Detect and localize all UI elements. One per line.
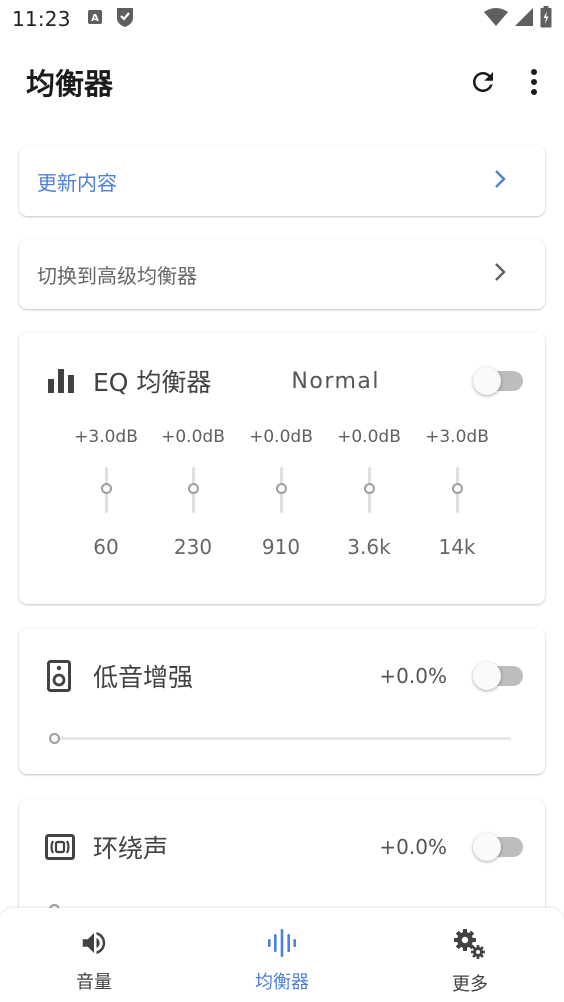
toggle-thumb bbox=[473, 367, 501, 395]
band-slider[interactable] bbox=[237, 467, 325, 513]
band-frequency: 3.6k bbox=[347, 535, 391, 559]
advanced-equalizer-card[interactable]: 切换到高级均衡器 bbox=[19, 239, 545, 309]
shield-check-icon bbox=[115, 6, 135, 32]
nav-label-more: 更多 bbox=[452, 974, 488, 995]
slider-knob[interactable] bbox=[363, 483, 375, 494]
eq-band: +3.0dB 60 bbox=[62, 427, 150, 559]
svg-text:A: A bbox=[91, 13, 99, 24]
slider-knob[interactable] bbox=[275, 483, 287, 494]
bass-boost-toggle[interactable] bbox=[473, 662, 523, 690]
eq-bands: +3.0dB 60 +0.0dB 230 +0.0dB 910 +0.0dB 3… bbox=[74, 427, 521, 577]
eq-band: +0.0dB 910 bbox=[237, 427, 325, 559]
update-content-label: 更新内容 bbox=[37, 170, 117, 195]
band-gain: +0.0dB bbox=[249, 427, 313, 447]
status-bar: 11:23 A bbox=[0, 0, 564, 38]
advanced-equalizer-label: 切换到高级均衡器 bbox=[37, 263, 197, 288]
bottom-navigation: 音量 均衡器 更多 bbox=[0, 908, 564, 1002]
nav-label-equalizer: 均衡器 bbox=[255, 972, 309, 993]
surround-icon bbox=[45, 834, 75, 860]
surround-value: +0.0% bbox=[379, 835, 447, 859]
update-content-card[interactable]: 更新内容 bbox=[19, 146, 545, 216]
chevron-right-icon bbox=[493, 261, 507, 287]
more-vert-icon[interactable] bbox=[530, 68, 538, 96]
band-gain: +0.0dB bbox=[161, 427, 225, 447]
refresh-icon[interactable] bbox=[468, 67, 498, 97]
nav-item-volume[interactable]: 音量 bbox=[0, 908, 188, 1002]
chevron-right-icon bbox=[493, 168, 507, 194]
nav-item-more[interactable]: 更多 bbox=[376, 908, 564, 1002]
volume-icon bbox=[79, 928, 109, 962]
toggle-thumb bbox=[473, 662, 501, 690]
slider-knob[interactable] bbox=[451, 483, 463, 494]
band-frequency: 14k bbox=[438, 535, 476, 559]
bass-boost-slider[interactable] bbox=[49, 731, 511, 747]
band-frequency: 910 bbox=[261, 535, 301, 559]
bass-boost-title: 低音增强 bbox=[93, 663, 194, 692]
nav-label-volume: 音量 bbox=[76, 972, 112, 993]
signal-icon bbox=[514, 7, 534, 31]
eq-preset[interactable]: Normal bbox=[291, 369, 380, 394]
surround-header: 环绕声 +0.0% bbox=[45, 827, 523, 867]
toggle-thumb bbox=[473, 833, 501, 861]
nav-item-equalizer[interactable]: 均衡器 bbox=[188, 908, 376, 1002]
eq-title: EQ 均衡器 bbox=[93, 368, 212, 397]
eq-band: +0.0dB 230 bbox=[149, 427, 237, 559]
band-slider[interactable] bbox=[325, 467, 413, 513]
eq-band: +0.0dB 3.6k bbox=[325, 427, 413, 559]
bass-boost-card: 低音增强 +0.0% bbox=[19, 628, 545, 774]
a-icon: A bbox=[87, 9, 103, 29]
band-gain: +0.0dB bbox=[337, 427, 401, 447]
band-frequency: 230 bbox=[173, 535, 213, 559]
speaker-icon bbox=[47, 660, 71, 692]
eq-header: EQ 均衡器 Normal bbox=[47, 361, 523, 401]
slider-knob[interactable] bbox=[187, 483, 199, 494]
settings-icon bbox=[453, 928, 487, 964]
eq-card: EQ 均衡器 Normal +3.0dB 60 +0.0dB 230 +0.0d… bbox=[19, 332, 545, 604]
equalizer-icon bbox=[266, 928, 298, 962]
slider-knob[interactable] bbox=[49, 733, 60, 744]
status-time: 11:23 bbox=[12, 7, 71, 31]
bass-boost-header: 低音增强 +0.0% bbox=[47, 656, 523, 696]
bass-boost-value: +0.0% bbox=[379, 664, 447, 688]
bar-chart-icon bbox=[47, 369, 75, 393]
eq-band: +3.0dB 14k bbox=[413, 427, 501, 559]
band-slider[interactable] bbox=[149, 467, 237, 513]
surround-toggle[interactable] bbox=[473, 833, 523, 861]
band-slider[interactable] bbox=[62, 467, 150, 513]
band-frequency: 60 bbox=[93, 535, 119, 559]
app-bar: 均衡器 bbox=[0, 46, 564, 118]
band-slider[interactable] bbox=[413, 467, 501, 513]
band-gain: +3.0dB bbox=[425, 427, 489, 447]
band-gain: +3.0dB bbox=[74, 427, 138, 447]
surround-title: 环绕声 bbox=[93, 834, 169, 863]
battery-icon bbox=[540, 6, 552, 32]
slider-knob[interactable] bbox=[100, 483, 112, 494]
wifi-icon bbox=[484, 7, 508, 31]
eq-toggle[interactable] bbox=[473, 367, 523, 395]
page-title: 均衡器 bbox=[26, 67, 114, 101]
